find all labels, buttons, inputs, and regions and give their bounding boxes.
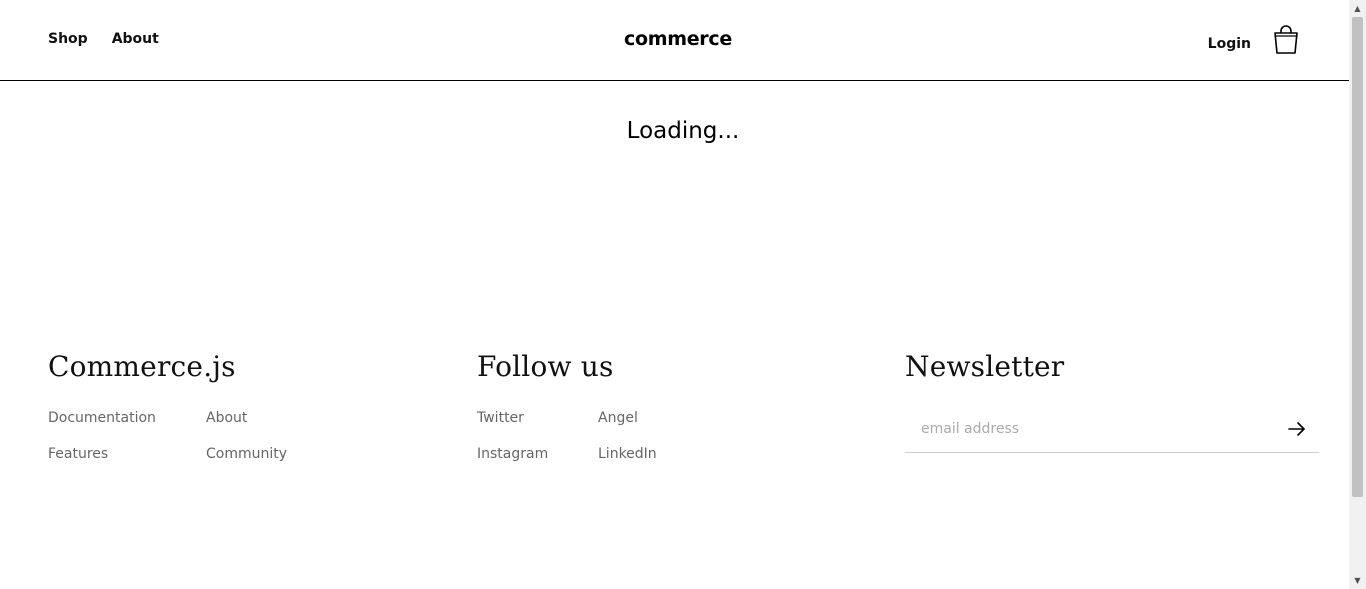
footer-link-about[interactable]: About xyxy=(206,409,326,427)
primary-nav: Shop About xyxy=(48,31,159,47)
arrow-right-icon[interactable] xyxy=(1287,419,1307,439)
footer-newsletter-column: Newsletter xyxy=(905,350,1319,453)
footer-social-links: Twitter Angel Instagram LinkedIn xyxy=(477,409,698,463)
footer-link-linkedin[interactable]: LinkedIn xyxy=(598,445,698,463)
brand-logo[interactable]: commerce xyxy=(624,28,732,50)
scrollbar-thumb[interactable] xyxy=(1352,17,1363,497)
vertical-scrollbar[interactable]: ▲ ▼ xyxy=(1349,0,1366,589)
footer-follow-heading: Follow us xyxy=(477,350,614,383)
scroll-up-arrow-icon[interactable]: ▲ xyxy=(1349,0,1366,17)
footer-brand-links: Documentation About Features Community xyxy=(48,409,326,463)
footer-link-features[interactable]: Features xyxy=(48,445,206,463)
footer-link-twitter[interactable]: Twitter xyxy=(477,409,598,427)
footer-brand-column: Commerce.js Documentation About Features… xyxy=(48,350,326,463)
nav-link-about[interactable]: About xyxy=(112,31,159,47)
footer-follow-column: Follow us Twitter Angel Instagram Linked… xyxy=(477,350,698,463)
newsletter-email-input[interactable] xyxy=(905,407,1265,451)
login-link[interactable]: Login xyxy=(1208,36,1251,52)
footer-link-angel[interactable]: Angel xyxy=(598,409,698,427)
newsletter-form xyxy=(905,407,1319,453)
shopping-bag-icon[interactable] xyxy=(1273,25,1299,55)
scroll-down-arrow-icon[interactable]: ▼ xyxy=(1349,572,1366,589)
footer-newsletter-heading: Newsletter xyxy=(905,350,1065,383)
footer-link-documentation[interactable]: Documentation xyxy=(48,409,206,427)
footer-brand-heading: Commerce.js xyxy=(48,350,236,383)
footer-link-instagram[interactable]: Instagram xyxy=(477,445,598,463)
footer-link-community[interactable]: Community xyxy=(206,445,326,463)
nav-link-shop[interactable]: Shop xyxy=(48,31,88,47)
header-actions: Login xyxy=(1208,25,1299,55)
loading-message: Loading... xyxy=(626,118,740,144)
site-header: Shop About commerce Login xyxy=(0,0,1349,81)
page: Shop About commerce Login Loading... Com… xyxy=(0,0,1349,589)
